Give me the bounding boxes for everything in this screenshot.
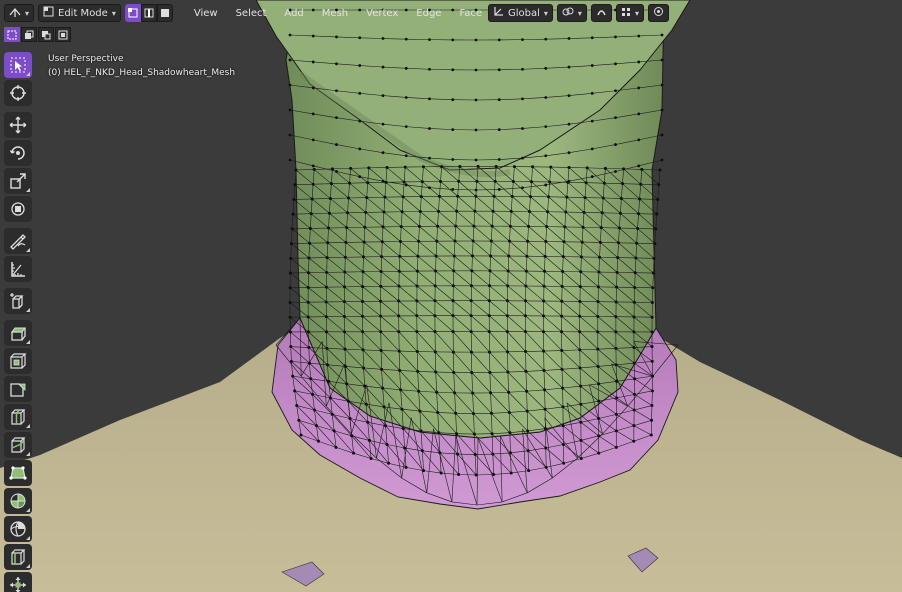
3d-viewport[interactable] [0, 0, 902, 592]
select-cursor-icon [10, 57, 26, 73]
tool-tweak[interactable] [4, 52, 32, 78]
select-new-button[interactable] [4, 27, 20, 42]
header-right-tools: Global ▾ ▾ ▾ [488, 4, 669, 22]
tool-options-indicator [26, 308, 30, 312]
tool-bevel[interactable] [4, 376, 32, 402]
vertex-select-icon [127, 8, 138, 18]
pivot-icon [562, 6, 574, 20]
vertex-select-button[interactable] [124, 4, 141, 22]
chevron-down-icon: ▾ [634, 8, 639, 18]
menu-add[interactable]: Add [277, 4, 310, 22]
tool-loop-cut[interactable] [4, 404, 32, 430]
mode-label: Edit Mode [58, 7, 108, 19]
tool-options-indicator [26, 248, 30, 252]
select-subtract-button[interactable] [38, 27, 54, 42]
view3d-icon [9, 6, 21, 21]
snap-icon [596, 6, 607, 20]
select-box-icon [7, 30, 17, 39]
measure-icon [11, 262, 25, 277]
rotate-icon [9, 146, 25, 160]
select-invert-icon [58, 30, 68, 39]
snap-target-selector[interactable]: ▾ [615, 4, 644, 22]
viewport-info-overlay: User Perspective (0) HEL_F_NKD_Head_Shad… [48, 52, 235, 80]
tool-knife[interactable] [4, 432, 32, 458]
extrude-icon [11, 327, 26, 341]
chevron-down-icon: ▾ [543, 8, 548, 18]
tool-move[interactable] [4, 112, 32, 138]
edge-slide-icon [11, 549, 26, 565]
transform-icon [11, 202, 25, 216]
tool-rotate[interactable] [4, 140, 32, 166]
select-invert-button[interactable] [55, 27, 71, 42]
smooth-icon [10, 521, 26, 537]
3d-cursor-icon [10, 85, 26, 101]
menu-edge[interactable]: Edge [409, 4, 448, 22]
pivot-point-selector[interactable]: ▾ [556, 4, 587, 22]
face-select-icon [160, 9, 169, 17]
add-cube-icon [10, 293, 24, 309]
active-object-label: (0) HEL_F_NKD_Head_Shadowheart_Mesh [48, 68, 236, 78]
tool-shelf [4, 52, 33, 592]
snap-grid-icon [621, 7, 631, 20]
loop-cut-icon [11, 409, 26, 425]
tool-spin[interactable] [4, 488, 32, 514]
tool-scale[interactable] [4, 168, 32, 194]
spin-icon [10, 493, 26, 509]
editor-type-button[interactable]: ▾ [4, 4, 35, 22]
proportional-edit-toggle[interactable] [647, 4, 669, 22]
menu-view[interactable]: View [187, 4, 225, 22]
move-icon [9, 116, 27, 134]
chevron-down-icon: ▾ [111, 8, 116, 18]
edge-select-button[interactable] [140, 4, 157, 22]
annotate-icon [10, 234, 26, 250]
mode-selector[interactable]: Edit Mode ▾ [38, 4, 121, 22]
tool-add-cube[interactable] [4, 288, 32, 314]
tool-options-indicator [26, 340, 30, 344]
chevron-down-icon: ▾ [577, 8, 582, 18]
viewport-canvas[interactable] [0, 0, 902, 592]
tool-shrink-fatten[interactable] [4, 572, 32, 592]
view-name: User Perspective [48, 54, 124, 64]
orientation-label: Global [508, 7, 540, 19]
tool-edge-slide[interactable] [4, 544, 32, 570]
shrink-fatten-icon [10, 577, 26, 592]
tool-extrude[interactable] [4, 320, 32, 346]
bevel-icon [10, 383, 26, 397]
menu-vertex[interactable]: Vertex [359, 4, 405, 22]
tool-cursor[interactable] [4, 80, 32, 106]
tool-options-indicator [26, 72, 30, 76]
scale-icon [10, 173, 26, 189]
tool-poly-build[interactable] [4, 460, 32, 486]
menu-select[interactable]: Select [229, 4, 274, 22]
tool-inset[interactable] [4, 348, 32, 374]
tool-options-indicator [26, 424, 30, 428]
menu-mesh[interactable]: Mesh [315, 4, 355, 22]
menu-face[interactable]: Face [452, 4, 489, 22]
face-select-button[interactable] [156, 4, 173, 22]
tool-options-indicator [26, 564, 30, 568]
tool-smooth[interactable] [4, 516, 32, 542]
proportional-edit-icon [653, 6, 664, 20]
edge-select-icon [144, 8, 154, 18]
edit-mode-icon [43, 6, 54, 20]
tool-transform[interactable] [4, 196, 32, 222]
poly-build-icon [9, 466, 27, 480]
tool-measure[interactable] [4, 256, 32, 282]
tool-annotate[interactable] [4, 228, 32, 254]
select-mode-group [124, 4, 173, 22]
chevron-down-icon: ▾ [25, 8, 30, 18]
inset-icon [10, 353, 27, 369]
knife-icon [11, 437, 26, 453]
selection-mode-row [4, 27, 71, 42]
orientation-icon [493, 6, 504, 20]
snap-toggle[interactable] [590, 4, 612, 22]
select-extend-icon [25, 30, 34, 39]
transform-orientation-selector[interactable]: Global ▾ [488, 4, 553, 22]
tool-options-indicator [26, 536, 30, 540]
tool-options-indicator [26, 508, 30, 512]
tool-options-indicator [26, 188, 30, 192]
tool-options-indicator [26, 452, 30, 456]
select-subtract-icon [42, 30, 51, 39]
select-extend-button[interactable] [21, 27, 37, 42]
